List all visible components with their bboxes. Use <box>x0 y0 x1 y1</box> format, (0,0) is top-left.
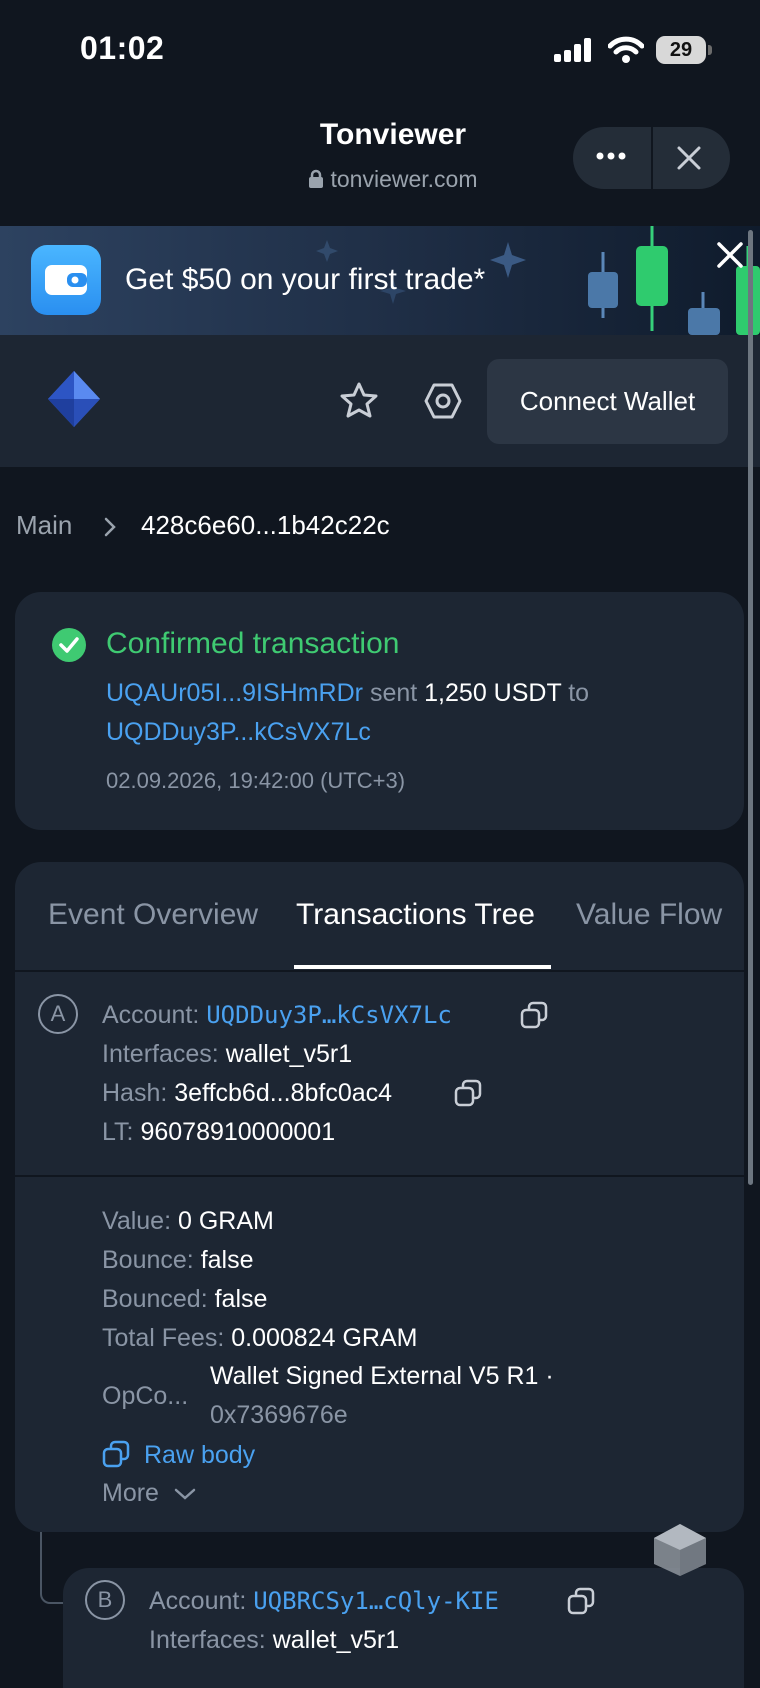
pill-divider <box>651 127 653 189</box>
cube-icon[interactable] <box>652 1522 708 1578</box>
wifi-icon <box>608 36 644 63</box>
opcode-label: OpCo... <box>102 1382 189 1410</box>
promo-text: Get $50 on your first trade* <box>125 263 486 296</box>
fees-label: Total Fees: <box>102 1324 225 1352</box>
raw-body-link[interactable]: Raw body <box>102 1440 255 1470</box>
breadcrumb-main-link[interactable]: Main <box>16 510 72 541</box>
account-address-link[interactable]: UQDDuy3P…kCsVX7Lc <box>206 1001 452 1029</box>
bounce-value: false <box>200 1246 254 1274</box>
promo-close-icon[interactable] <box>716 241 744 269</box>
value-row: Value: 0 GRAM <box>102 1207 274 1236</box>
account-row: Account: UQBRCSy1…cQly-KIE <box>149 1587 499 1616</box>
more-toggle[interactable]: More <box>102 1479 196 1508</box>
bounced-value: false <box>214 1285 268 1313</box>
wallet-icon <box>45 265 87 295</box>
battery-indicator: 29 <box>656 36 706 64</box>
interfaces-value: wallet_v5r1 <box>225 1040 353 1068</box>
scrollbar[interactable] <box>748 230 753 1185</box>
opcode-hex: 0x7369676e <box>210 1401 348 1429</box>
bounce-row: Bounce: false <box>102 1246 254 1275</box>
summary-verb: sent <box>369 679 418 707</box>
opcode-name: Wallet Signed External V5 R1 · <box>210 1362 554 1390</box>
interfaces-label: Interfaces: <box>149 1626 266 1654</box>
copy-icon[interactable] <box>454 1079 482 1107</box>
interfaces-value: wallet_v5r1 <box>272 1626 400 1654</box>
close-icon[interactable] <box>676 145 702 171</box>
star-decoration-icon <box>490 242 526 278</box>
tonviewer-logo[interactable] <box>48 371 100 427</box>
bounce-label: Bounce: <box>102 1246 194 1274</box>
raw-body-label: Raw body <box>144 1441 256 1469</box>
lt-row: LT: 96078910000001 <box>102 1118 335 1147</box>
account-address-link[interactable]: UQBRCSy1…cQly-KIE <box>253 1587 499 1615</box>
cellular-signal-icon <box>554 38 591 62</box>
bounced-label: Bounced: <box>102 1285 208 1313</box>
transaction-timestamp: 02.09.2026, 19:42:00 (UTC+3) <box>106 768 406 793</box>
lt-value: 96078910000001 <box>140 1118 336 1146</box>
fees-row: Total Fees: 0.000824 GRAM <box>102 1324 417 1353</box>
active-tab-indicator <box>294 965 551 969</box>
favorite-star-icon[interactable] <box>340 382 378 418</box>
node-divider <box>15 1175 744 1177</box>
lock-icon <box>309 169 324 188</box>
chevron-down-icon <box>174 1488 196 1500</box>
tab-event-overview[interactable]: Event Overview <box>48 898 258 932</box>
hash-label: Hash: <box>102 1079 168 1107</box>
node-label: A <box>38 994 78 1034</box>
hash-value: 3effcb6d...8bfc0ac4 <box>174 1079 393 1107</box>
interfaces-row: Interfaces: wallet_v5r1 <box>102 1040 352 1069</box>
tab-transactions-tree[interactable]: Transactions Tree <box>296 898 535 932</box>
more-label: More <box>102 1479 159 1507</box>
copy-icon <box>102 1440 130 1468</box>
sender-address-link[interactable]: UQAUr05I...9ISHmRDr <box>106 679 363 707</box>
breadcrumb-current: 428c6e60...1b42c22c <box>141 510 390 540</box>
check-circle-icon <box>52 628 86 662</box>
chevron-right-icon <box>104 517 116 537</box>
copy-icon[interactable] <box>567 1587 595 1615</box>
value-label: Value: <box>102 1207 172 1235</box>
node-label: B <box>85 1580 125 1620</box>
interfaces-label: Interfaces: <box>102 1040 219 1068</box>
interfaces-row: Interfaces: wallet_v5r1 <box>149 1626 399 1655</box>
wallet-app-icon <box>31 245 101 315</box>
transaction-status: Confirmed transaction <box>106 627 400 660</box>
summary-amount: 1,250 USDT <box>424 679 562 707</box>
lt-label: LT: <box>102 1118 134 1146</box>
summary-line: UQAUr05I...9ISHmRDr sent 1,250 USDT to <box>106 679 589 708</box>
connect-wallet-button[interactable]: Connect Wallet <box>487 359 728 444</box>
value-amount: 0 GRAM <box>177 1207 274 1235</box>
fees-value: 0.000824 GRAM <box>231 1324 418 1352</box>
battery-nub <box>708 45 712 55</box>
tab-value-flow[interactable]: Value Flow <box>576 898 722 932</box>
summary-to-word: to <box>568 679 590 707</box>
account-row: Account: UQDDuy3P…kCsVX7Lc <box>102 1001 452 1030</box>
status-time: 01:02 <box>80 30 165 66</box>
account-label: Account: <box>149 1587 247 1615</box>
star-decoration-icon <box>316 240 338 262</box>
hash-row: Hash: 3effcb6d...8bfc0ac4 <box>102 1079 392 1108</box>
account-label: Account: <box>102 1001 200 1029</box>
recipient-address-link[interactable]: UQDDuy3P...kCsVX7Lc <box>106 718 371 747</box>
bounced-row: Bounced: false <box>102 1285 267 1314</box>
copy-icon[interactable] <box>520 1001 548 1029</box>
settings-icon[interactable] <box>424 382 462 420</box>
more-icon[interactable] <box>596 150 626 162</box>
site-url-text: tonviewer.com <box>330 166 478 192</box>
